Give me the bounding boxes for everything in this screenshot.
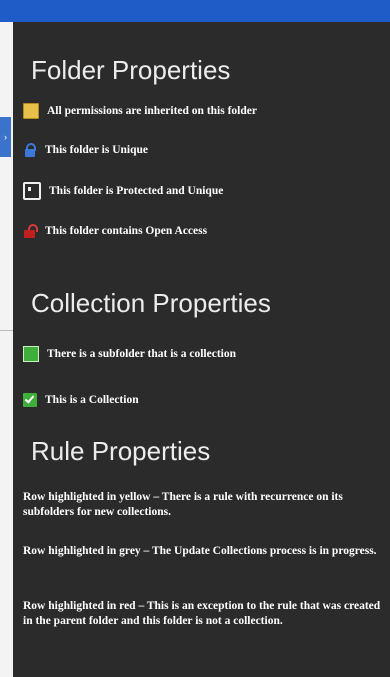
folder-properties-heading: Folder Properties — [31, 55, 231, 85]
legend-item-inherited: All permissions are inherited on this fo… — [23, 103, 257, 119]
green-folder-icon — [23, 346, 39, 362]
legend-item-label: This is a Collection — [45, 394, 139, 406]
legend-item-protected: This folder is Protected and Unique — [23, 182, 223, 200]
left-edge-strip: › — [0, 22, 13, 677]
legend-item-label: This folder is Unique — [45, 144, 148, 156]
rule-properties-heading: Rule Properties — [31, 436, 211, 466]
legend-item-open-access: This folder contains Open Access — [23, 224, 207, 238]
legend-item-label: This folder is Protected and Unique — [49, 185, 224, 197]
legend-panel: Folder Properties All permissions are in… — [13, 22, 390, 677]
lock-red-icon — [23, 224, 38, 238]
lock-blue-icon — [23, 143, 37, 157]
legend-item-collection: This is a Collection — [23, 393, 139, 407]
folder-yellow-icon — [23, 103, 39, 119]
protected-document-icon — [23, 182, 41, 200]
legend-item-label: All permissions are inherited on this fo… — [47, 105, 257, 117]
green-check-icon — [23, 393, 37, 407]
collapse-tab[interactable]: › — [0, 117, 11, 157]
rule-yellow-description: Row highlighted in yellow – There is a r… — [23, 491, 343, 518]
rule-red-description: Row highlighted in red – This is an exce… — [23, 600, 381, 627]
rule-grey-description: Row highlighted in grey – The Update Col… — [23, 545, 377, 557]
top-accent-bar — [0, 0, 390, 22]
divider — [0, 330, 13, 331]
legend-item-label: There is a subfolder that is a collectio… — [47, 348, 237, 360]
collection-properties-heading: Collection Properties — [31, 288, 271, 318]
legend-item-label: This folder contains Open Access — [45, 225, 208, 237]
legend-item-unique: This folder is Unique — [23, 143, 148, 157]
legend-item-subfolder-collection: There is a subfolder that is a collectio… — [23, 346, 236, 362]
